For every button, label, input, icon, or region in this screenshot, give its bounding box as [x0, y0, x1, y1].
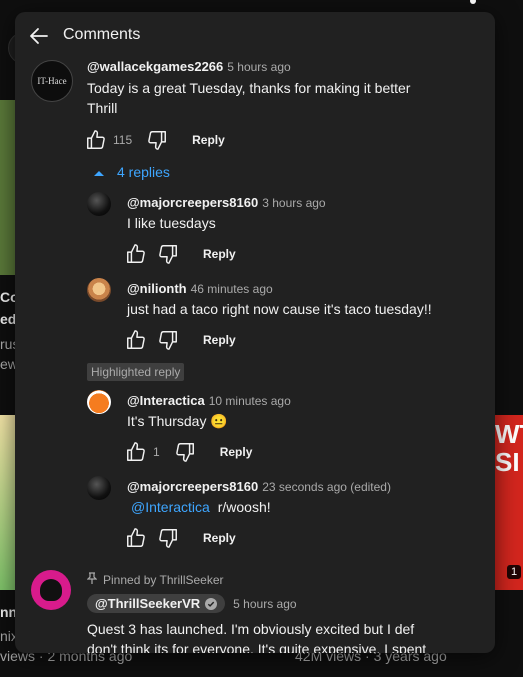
- comment-time[interactable]: 23 seconds ago (edited): [262, 480, 391, 494]
- thumbs-up-icon[interactable]: [85, 129, 107, 151]
- pinned-label: Pinned by ThrillSeeker: [86, 572, 224, 587]
- left-video-thumbnail[interactable]: [0, 100, 15, 275]
- comment-text: r/woosh!: [217, 499, 271, 515]
- comment-text: Today is a great Tuesday, thanks for mak…: [87, 80, 411, 116]
- thumbs-down-icon[interactable]: [174, 441, 196, 463]
- reply-button[interactable]: Reply: [220, 445, 253, 459]
- comment-text: It's Thursday 😐: [127, 413, 228, 429]
- like-count: 1: [153, 445, 160, 459]
- avatar[interactable]: IT-Hace: [31, 60, 73, 102]
- thumbs-down-icon[interactable]: [157, 527, 179, 549]
- comment-actions: Reply: [125, 526, 236, 550]
- avatar[interactable]: [31, 570, 71, 610]
- left-bottom-thumbnail[interactable]: [0, 415, 15, 590]
- avatar[interactable]: [87, 476, 111, 500]
- comments-panel: Comments IT-Hace @wallacekgames2266 5 hou…: [15, 12, 495, 653]
- comment-time[interactable]: 46 minutes ago: [191, 282, 273, 296]
- thumbs-down-icon[interactable]: [157, 243, 179, 265]
- comment-actions: 1 Reply: [125, 440, 252, 464]
- comment-time[interactable]: 10 minutes ago: [209, 394, 291, 408]
- back-arrow-icon[interactable]: [27, 24, 51, 48]
- comment-author[interactable]: @nilionth: [127, 281, 187, 296]
- thumbs-up-icon[interactable]: [125, 527, 147, 549]
- comment-text: Quest 3 has launched. I'm obviously exci…: [87, 621, 427, 653]
- reply-button[interactable]: Reply: [203, 333, 236, 347]
- creator-author-chip[interactable]: @ThrillSeekerVR: [87, 594, 226, 613]
- comment-text-line: @Interactica r/woosh!: [127, 497, 271, 517]
- mention-link[interactable]: @Interactica: [131, 499, 210, 515]
- right-thumb-text-bottom: SI: [495, 447, 520, 477]
- right-thumb-text-top: WT: [495, 419, 523, 449]
- avatar[interactable]: [87, 390, 111, 414]
- thumbs-up-icon[interactable]: [125, 243, 147, 265]
- comment-actions: Reply: [125, 242, 236, 266]
- comment-actions: Reply: [125, 328, 236, 352]
- duration-badge: 1: [507, 565, 522, 579]
- comment-header: @ThrillSeekerVR 5 hours ago: [87, 594, 297, 613]
- avatar[interactable]: [87, 192, 111, 216]
- comment-author[interactable]: @majorcreepers8160: [127, 195, 258, 210]
- pinned-by-text: Pinned by ThrillSeeker: [103, 572, 224, 587]
- avatar-silhouette-icon: [40, 579, 62, 601]
- comment-author: @ThrillSeekerVR: [95, 596, 201, 611]
- comment-header: @nilionth 46 minutes ago: [127, 280, 273, 298]
- replies-toggle-label: 4 replies: [117, 164, 170, 180]
- like-count: 115: [113, 133, 133, 147]
- reply-button[interactable]: Reply: [203, 531, 236, 545]
- chevron-up-icon: [93, 164, 105, 180]
- comment-time[interactable]: 5 hours ago: [227, 60, 290, 74]
- pin-icon: [86, 572, 98, 587]
- comment-author[interactable]: @majorcreepers8160: [127, 479, 258, 494]
- reply-button[interactable]: Reply: [203, 247, 236, 261]
- avatar-text: IT-Hace: [37, 76, 67, 86]
- avatar[interactable]: [87, 278, 111, 302]
- comment-author[interactable]: @Interactica: [127, 393, 205, 408]
- thumbs-up-icon[interactable]: [125, 329, 147, 351]
- comment-author[interactable]: @wallacekgames2266: [87, 59, 223, 74]
- reply-button[interactable]: Reply: [192, 133, 225, 147]
- comment-header: @wallacekgames2266 5 hours ago: [87, 58, 291, 76]
- comment-time[interactable]: 5 hours ago: [233, 597, 296, 611]
- thumbs-up-icon[interactable]: [125, 441, 147, 463]
- right-video-thumbnail[interactable]: WT SI 1: [495, 415, 523, 590]
- verified-check-icon: [205, 597, 218, 610]
- panel-header: Comments: [15, 12, 495, 58]
- comment-header: @majorcreepers8160 23 seconds ago (edited…: [127, 478, 391, 496]
- highlighted-reply-badge: Highlighted reply: [87, 363, 185, 381]
- panel-title: Comments: [63, 26, 141, 43]
- replies-toggle[interactable]: 4 replies: [93, 164, 170, 180]
- comment-header: @majorcreepers8160 3 hours ago: [127, 194, 326, 212]
- thumbs-down-icon[interactable]: [157, 329, 179, 351]
- comment-text: I like tuesdays: [127, 215, 216, 231]
- comment-actions: 115 Reply: [85, 128, 225, 152]
- comment-text: just had a taco right now cause it's tac…: [127, 301, 432, 317]
- comment-time[interactable]: 3 hours ago: [262, 196, 325, 210]
- left-video-title-line2[interactable]: ed: [0, 311, 16, 327]
- thumbs-down-icon[interactable]: [146, 129, 168, 151]
- comment-header: @Interactica 10 minutes ago: [127, 392, 291, 410]
